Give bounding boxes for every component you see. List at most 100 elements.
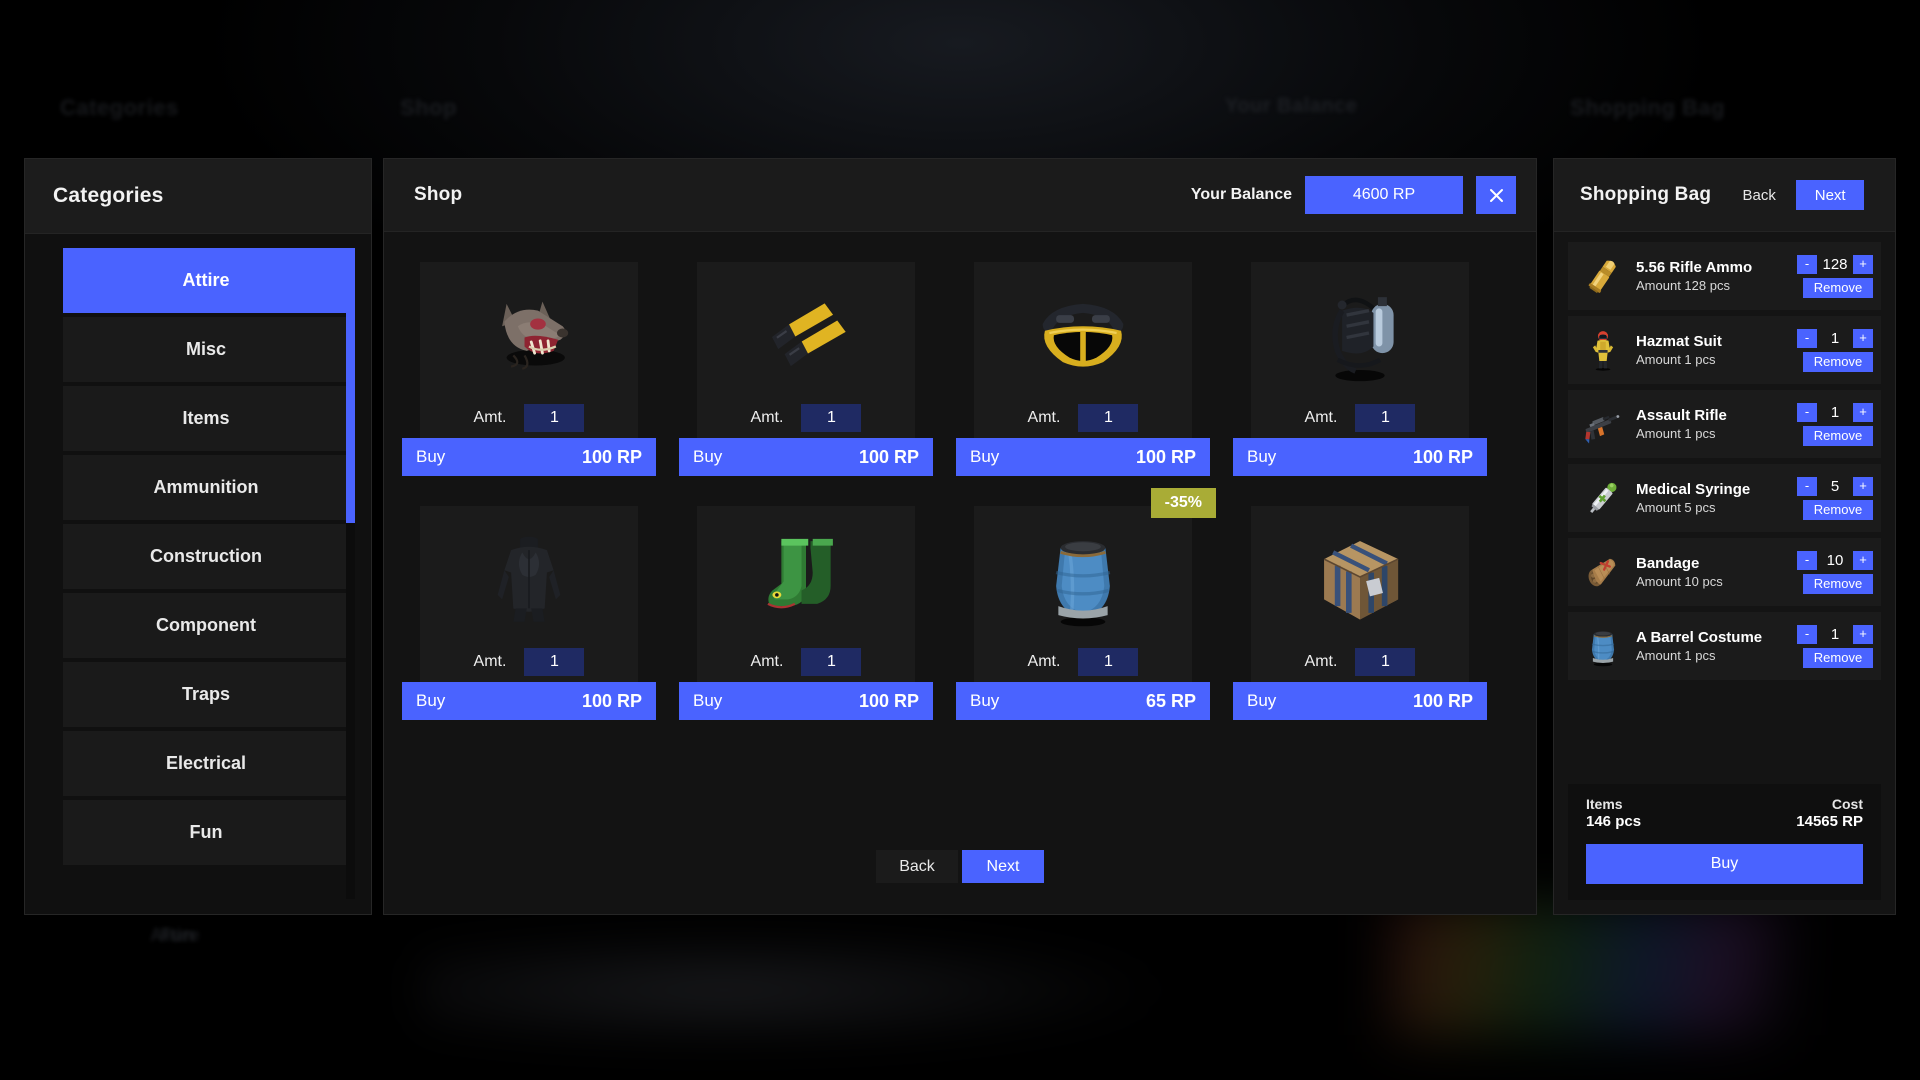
diving-mask-icon	[974, 262, 1192, 404]
remove-button[interactable]: Remove	[1803, 351, 1873, 372]
shop-item-card[interactable]: Amt. 1 Buy 100 RP	[402, 506, 656, 720]
increment-button[interactable]: +	[1853, 328, 1873, 348]
bag-item-amount: Amount 1 pcs	[1636, 648, 1716, 663]
category-item-traps[interactable]: Traps	[63, 662, 349, 727]
quantity-stepper: - 1 +	[1797, 402, 1873, 422]
decrement-button[interactable]: -	[1797, 476, 1817, 496]
close-icon[interactable]	[1476, 176, 1516, 214]
shop-item-card[interactable]: Amt. 1 Buy 100 RP	[679, 262, 933, 476]
decrement-button[interactable]: -	[1797, 328, 1817, 348]
category-item-attire[interactable]: Attire	[63, 248, 349, 313]
amount-input[interactable]: 1	[1355, 648, 1416, 676]
buy-label: Buy	[970, 691, 1000, 710]
shopping-bag-panel: Shopping Bag Back Next 5.56 Rifle Ammo A…	[1553, 158, 1896, 915]
wooden-crate-icon	[1251, 506, 1469, 648]
assault-rifle-icon	[1578, 398, 1628, 450]
bag-item-name: Assault Rifle	[1636, 407, 1727, 424]
bag-item-controls: - 10 + Remove	[1797, 550, 1873, 594]
increment-button[interactable]: +	[1853, 550, 1873, 570]
amount-input[interactable]: 1	[1078, 404, 1139, 432]
decrement-button[interactable]: -	[1797, 254, 1817, 274]
shop-next-button[interactable]: Next	[962, 850, 1044, 883]
amount-input[interactable]: 1	[1355, 404, 1416, 432]
amount-row: Amt. 1	[420, 404, 638, 432]
rifle-ammo-icon	[1578, 250, 1628, 302]
category-item-construction[interactable]: Construction	[63, 524, 349, 589]
quantity-stepper: - 128 +	[1797, 254, 1873, 274]
bag-item-text: Bandage Amount 10 pcs	[1628, 555, 1797, 589]
checkout-buy-button[interactable]: Buy	[1586, 844, 1863, 884]
decrement-button[interactable]: -	[1797, 402, 1817, 422]
buy-button[interactable]: Buy 100 RP	[402, 438, 656, 476]
items-value: 146 pcs	[1586, 813, 1642, 830]
category-item-fun[interactable]: Fun	[63, 800, 349, 865]
categories-scrollbar-thumb[interactable]	[346, 248, 355, 523]
diving-fins-icon	[697, 262, 915, 404]
amount-input[interactable]: 1	[801, 648, 862, 676]
increment-button[interactable]: +	[1853, 624, 1873, 644]
categories-scrollbar-track[interactable]	[346, 248, 355, 899]
cost-value: 14565 RP	[1796, 813, 1863, 830]
amount-row: Amt. 1	[1251, 404, 1469, 432]
amount-input[interactable]: 1	[524, 648, 585, 676]
balance-value[interactable]: 4600 RP	[1305, 176, 1463, 214]
buy-label: Buy	[416, 447, 446, 466]
decrement-button[interactable]: -	[1797, 550, 1817, 570]
buy-button[interactable]: Buy 100 RP	[402, 682, 656, 720]
remove-button[interactable]: Remove	[1803, 425, 1873, 446]
items-total: Items 146 pcs	[1586, 796, 1641, 830]
category-item-misc[interactable]: Misc	[63, 317, 349, 382]
item-price: 100 RP	[581, 446, 642, 467]
shop-screen: Categories Shop Your Balance Shopping Bag At…	[0, 0, 1920, 1080]
scuba-tank-icon	[1251, 262, 1469, 404]
buy-button[interactable]: Buy 100 RP	[679, 682, 933, 720]
shop-item-card[interactable]: -35% Amt. 1 Buy 65 RP	[956, 488, 1216, 720]
item-price: 100 RP	[581, 690, 642, 711]
wolf-headdress-icon	[420, 262, 638, 404]
shop-item-card[interactable]: Amt. 1 Buy 100 RP	[402, 262, 656, 476]
background-ghost-label: Fun	[160, 925, 195, 945]
remove-button[interactable]: Remove	[1803, 277, 1873, 298]
amount-row: Amt. 1	[697, 648, 915, 676]
bag-back-button[interactable]: Back	[1725, 180, 1794, 210]
shop-item-card[interactable]: Amt. 1 Buy 100 RP	[1233, 262, 1487, 476]
category-item-component[interactable]: Component	[63, 593, 349, 658]
buy-button[interactable]: Buy 100 RP	[679, 438, 933, 476]
buy-button[interactable]: Buy 100 RP	[1233, 438, 1487, 476]
increment-button[interactable]: +	[1853, 254, 1873, 274]
quantity-value: 5	[1830, 477, 1840, 495]
shop-back-button[interactable]: Back	[876, 850, 958, 883]
buy-button[interactable]: Buy 100 RP	[956, 438, 1210, 476]
buy-button[interactable]: Buy 65 RP	[956, 682, 1210, 720]
remove-button[interactable]: Remove	[1803, 499, 1873, 520]
items-label: Items	[1586, 796, 1623, 812]
shop-item-card[interactable]: Amt. 1 Buy 100 RP	[956, 262, 1210, 476]
wetsuit-icon	[420, 506, 638, 648]
increment-button[interactable]: +	[1853, 402, 1873, 422]
bag-item-amount: Amount 1 pcs	[1636, 426, 1716, 441]
shop-item-card[interactable]: Amt. 1 Buy 100 RP	[679, 506, 933, 720]
balance-group: Your Balance 4600 RP	[1191, 176, 1516, 214]
bag-next-button[interactable]: Next	[1796, 180, 1865, 210]
category-item-electrical[interactable]: Electrical	[63, 731, 349, 796]
shop-item-card[interactable]: Amt. 1 Buy 100 RP	[1233, 506, 1487, 720]
categories-header: Categories	[25, 159, 371, 234]
quantity-value: 128	[1822, 255, 1848, 273]
amount-input[interactable]: 1	[524, 404, 585, 432]
amount-input[interactable]: 1	[801, 404, 862, 432]
category-item-items[interactable]: Items	[63, 386, 349, 451]
bag-item-name: Bandage	[1636, 555, 1700, 572]
buy-button[interactable]: Buy 100 RP	[1233, 682, 1487, 720]
remove-button[interactable]: Remove	[1803, 647, 1873, 668]
bag-item-amount: Amount 5 pcs	[1636, 500, 1716, 515]
cost-label: Cost	[1831, 796, 1863, 812]
buy-label: Buy	[970, 447, 1000, 466]
quantity-stepper: - 1 +	[1797, 328, 1873, 348]
increment-button[interactable]: +	[1853, 476, 1873, 496]
category-item-ammunition[interactable]: Ammunition	[63, 455, 349, 520]
remove-button[interactable]: Remove	[1803, 573, 1873, 594]
shop-item-grid: Amt. 1 Buy 100 RP Amt. 1 Buy 100 RP Amt.…	[402, 262, 1500, 720]
shopping-bag-footer: Items 146 pcs Cost 14565 RP Buy	[1568, 784, 1881, 900]
amount-input[interactable]: 1	[1078, 648, 1139, 676]
decrement-button[interactable]: -	[1797, 624, 1817, 644]
